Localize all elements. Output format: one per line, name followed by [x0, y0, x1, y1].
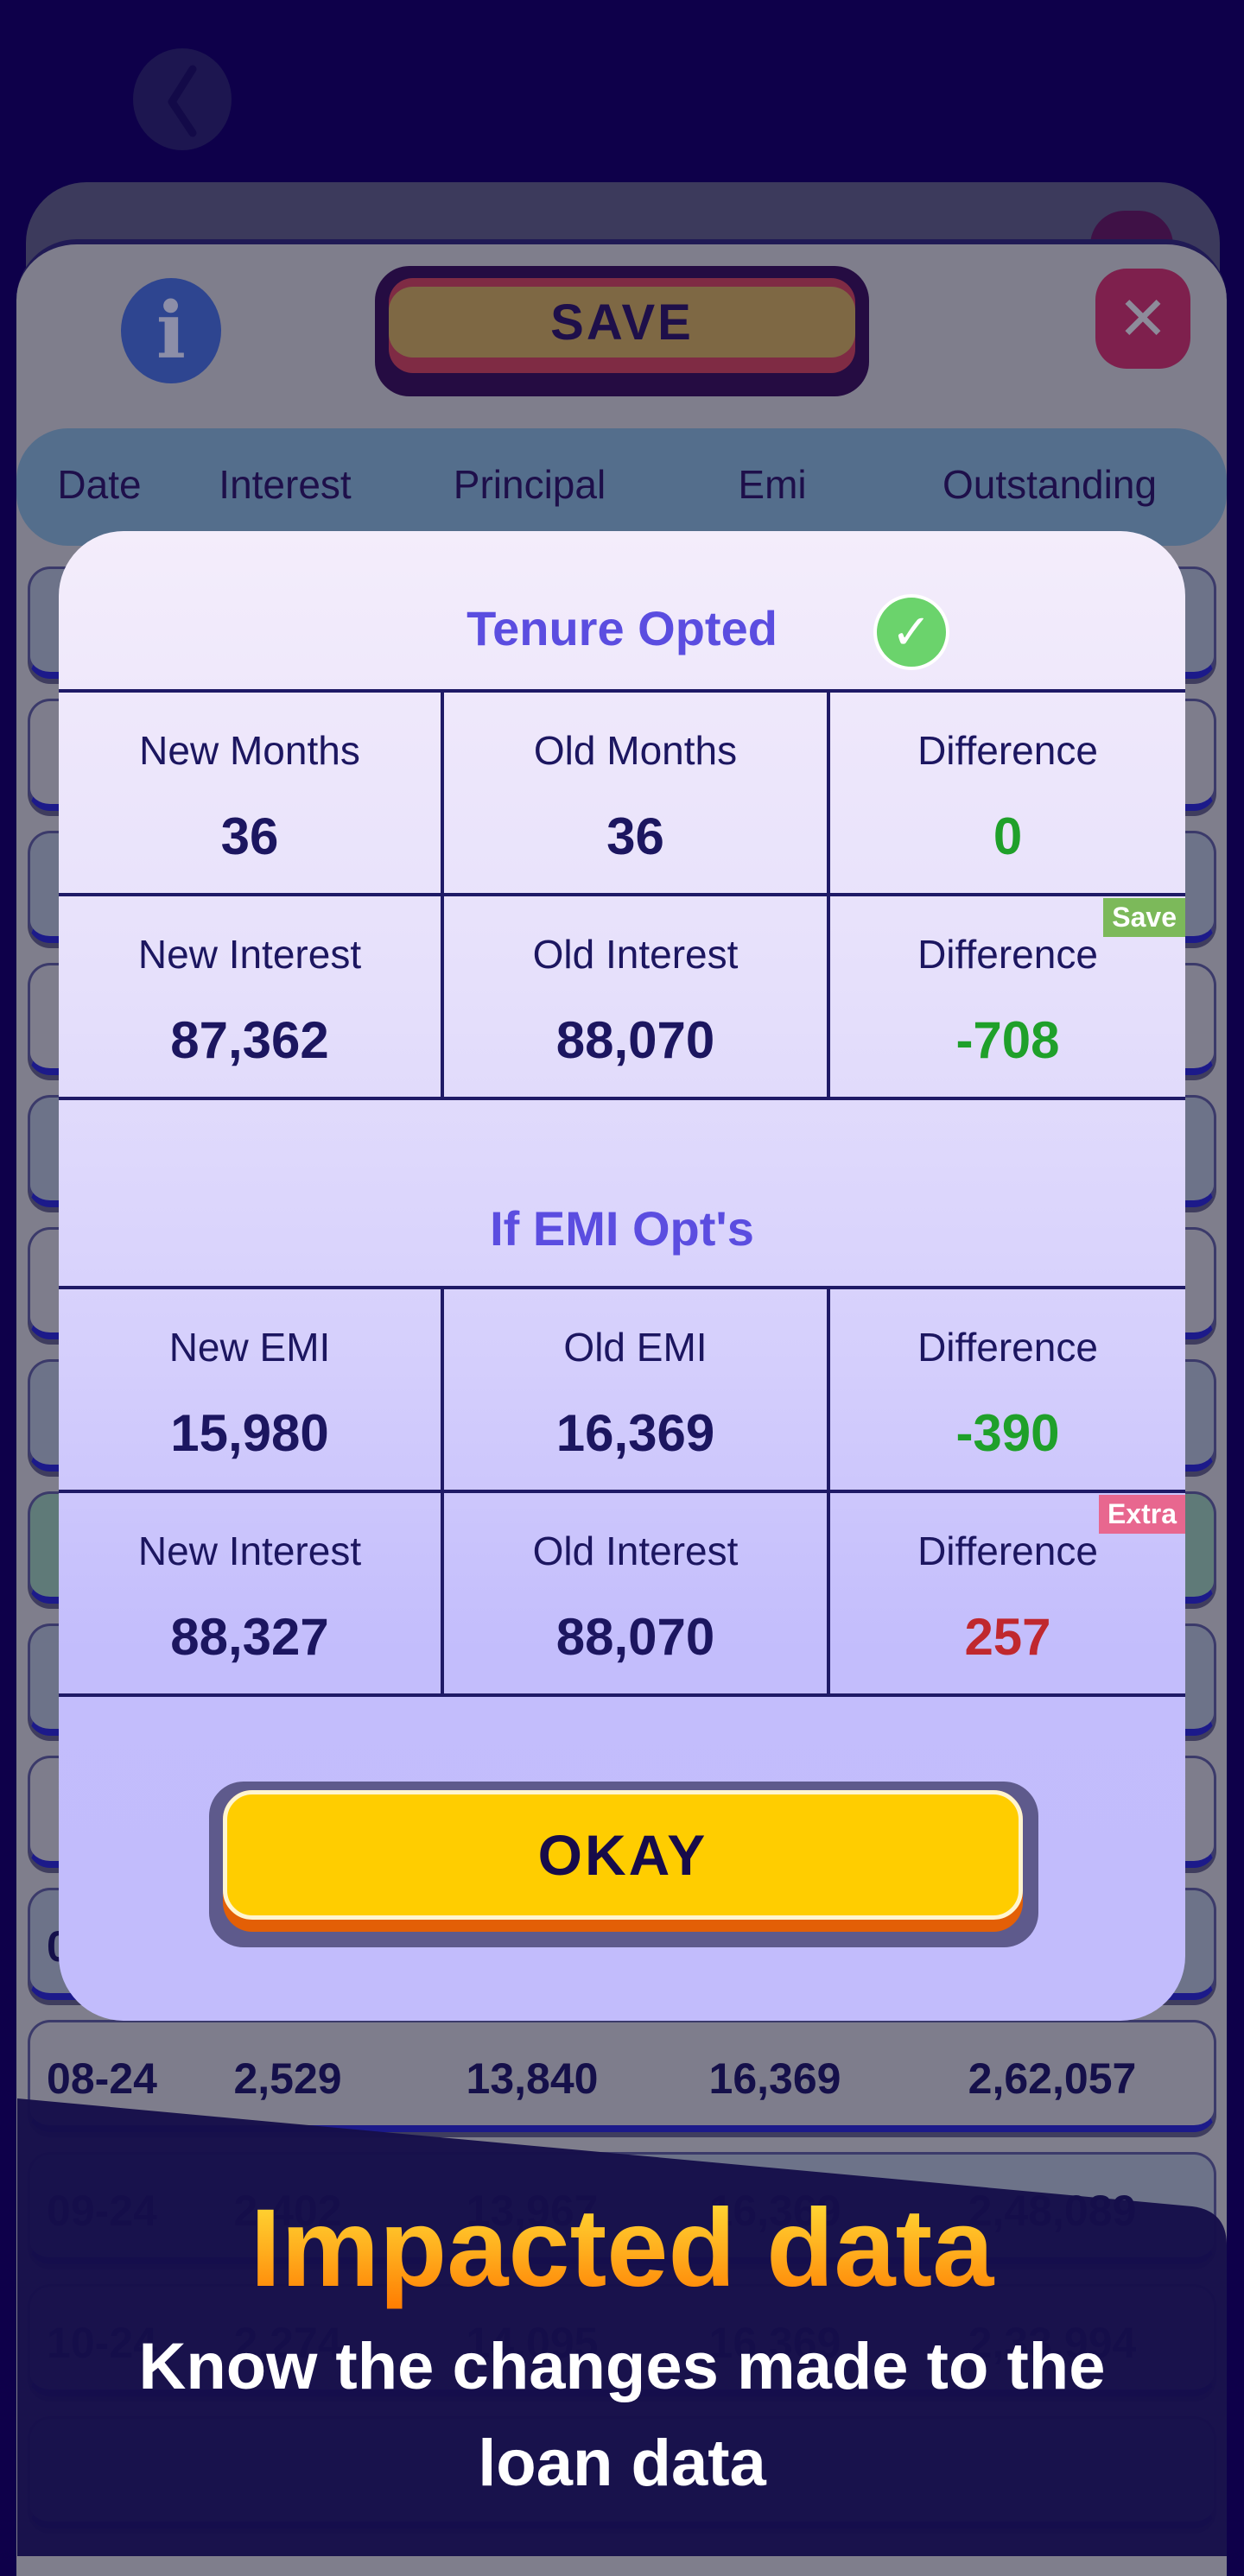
- cell-value: 87,362: [170, 1011, 329, 1069]
- table-header: Date Interest Principal Emi Outstanding: [16, 428, 1227, 546]
- close-icon: ✕: [1117, 285, 1169, 352]
- grid-row: New Interest 87,362 Old Interest 88,070 Diff…: [59, 896, 1185, 1100]
- header-emi: Emi: [738, 462, 807, 507]
- close-button[interactable]: ✕: [1095, 269, 1190, 369]
- cell-value: -390: [955, 1404, 1060, 1462]
- cell-value: 36: [606, 807, 664, 865]
- check-circle-icon: ✓: [873, 594, 949, 670]
- cell-value: 36: [220, 807, 279, 865]
- impact-modal: Tenure Opted ✓ New Months 36 Old Months 36 D…: [59, 531, 1185, 2021]
- emi-grid: New EMI 15,980 Old EMI 16,369 Difference -390…: [59, 1286, 1185, 1697]
- cell-value: -708: [955, 1011, 1060, 1069]
- promo-subtitle-line1: Know the changes made to the: [138, 2330, 1106, 2403]
- cell-value: 15,980: [170, 1404, 329, 1462]
- cell-label: Old EMI: [563, 1325, 708, 1370]
- cell-value: 0: [993, 807, 1023, 865]
- save-tag: Save: [1103, 898, 1185, 937]
- okay-button-label: OKAY: [223, 1790, 1023, 1920]
- grid-cell: Old Months 36: [441, 693, 827, 893]
- tenure-title: Tenure Opted: [466, 601, 778, 655]
- info-icon: i: [156, 285, 187, 377]
- cell-value: 257: [964, 1608, 1051, 1666]
- tenure-grid: New Months 36 Old Months 36 Difference 0 New I…: [59, 689, 1185, 1100]
- header-interest: Interest: [219, 462, 352, 507]
- info-button[interactable]: i: [121, 278, 221, 383]
- grid-cell: Difference 257 Extra: [827, 1493, 1185, 1693]
- cell-label: Old Months: [533, 728, 738, 773]
- grid-cell: Difference -708 Save: [827, 896, 1185, 1097]
- okay-button[interactable]: OKAY: [223, 1790, 1023, 1932]
- cell-label: New Interest: [137, 932, 362, 977]
- grid-cell: New Interest 87,362: [59, 896, 441, 1097]
- grid-cell: Old Interest 88,070: [441, 1493, 827, 1693]
- grid-cell: Old Interest 88,070: [441, 896, 827, 1097]
- back-button[interactable]: [133, 48, 232, 150]
- header-principal: Principal: [453, 462, 606, 507]
- grid-row: New EMI 15,980 Old EMI 16,369 Difference -390: [59, 1289, 1185, 1493]
- emi-title: If EMI Opt's: [490, 1201, 754, 1256]
- grid-cell: New Months 36: [59, 693, 441, 893]
- chevron-left-icon: [168, 65, 197, 137]
- header-date: Date: [57, 462, 142, 507]
- grid-cell: Difference 0: [827, 693, 1185, 893]
- grid-row: New Interest 88,327 Old Interest 88,070 Diff…: [59, 1493, 1185, 1697]
- grid-cell: Old EMI 16,369: [441, 1289, 827, 1490]
- cell-label: New Months: [139, 728, 360, 773]
- promo-subtitle: Know the changes made to the loan data: [35, 2319, 1209, 2512]
- promo-title: Impacted data: [0, 2185, 1244, 2312]
- cell-label: Old Interest: [532, 1529, 739, 1573]
- grid-cell: New Interest 88,327: [59, 1493, 441, 1693]
- grid-cell: Difference -390: [827, 1289, 1185, 1490]
- grid-cell: New EMI 15,980: [59, 1289, 441, 1490]
- cell-value: 88,070: [555, 1608, 715, 1666]
- promo-subtitle-line2: loan data: [478, 2427, 766, 2500]
- save-button[interactable]: SAVE: [375, 266, 869, 396]
- cell-label: Old Interest: [532, 932, 739, 977]
- grid-row: New Months 36 Old Months 36 Difference 0: [59, 693, 1185, 896]
- cell-label: Difference: [917, 932, 1098, 977]
- cell-label: New Interest: [137, 1529, 362, 1573]
- cell-label: Difference: [917, 728, 1098, 773]
- cell-value: 88,070: [555, 1011, 715, 1069]
- cell-value: 88,327: [170, 1608, 329, 1666]
- cell-label: Difference: [917, 1529, 1098, 1573]
- cell-value: 16,369: [555, 1404, 715, 1462]
- extra-tag: Extra: [1098, 1495, 1185, 1534]
- cell-label: New EMI: [168, 1325, 331, 1370]
- save-button-label: SAVE: [389, 287, 855, 358]
- cell-label: Difference: [917, 1325, 1098, 1370]
- header-outstanding: Outstanding: [942, 462, 1158, 507]
